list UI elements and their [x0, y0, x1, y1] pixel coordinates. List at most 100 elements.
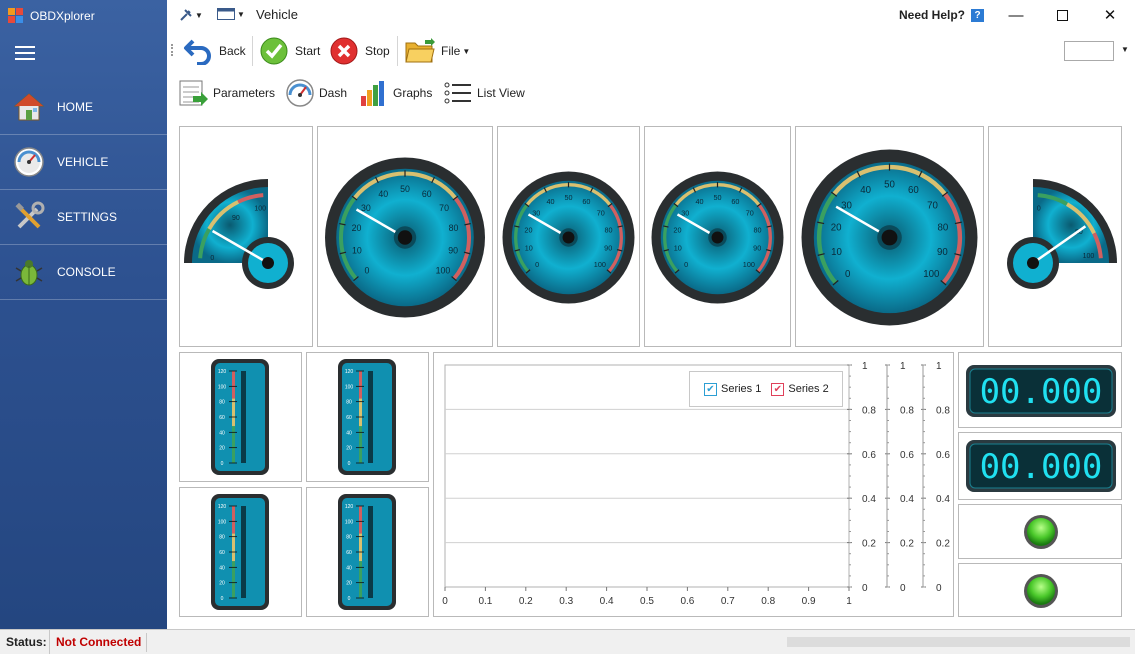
chart-y-tick-label: 0.6 — [862, 450, 876, 461]
gauge-tick-label: 50 — [713, 193, 721, 202]
chart-legend: ✔ Series 1 ✔ Series 2 — [689, 371, 843, 407]
close-icon: ✕ — [1103, 7, 1117, 24]
tab-graphs[interactable]: Graphs — [359, 76, 432, 110]
gauge-tick-label: 20 — [352, 223, 362, 233]
gauge-tick-label: 80 — [449, 223, 459, 233]
gauge-tick-label: 100 — [923, 269, 939, 280]
sidebar-item-home[interactable]: HOME — [0, 80, 167, 135]
tab-list-view[interactable]: List View — [443, 76, 525, 110]
quarter-gauge-right: 080100 — [1007, 179, 1117, 289]
linear-tick-label: 120 — [218, 504, 227, 510]
digital-display-1-panel: 00.000 — [958, 352, 1122, 428]
radial-gauge-1-panel: 0 10 20 30 40 50 60 70 80 90 100 — [317, 126, 493, 347]
file-menu-button[interactable]: File ▼ — [405, 34, 470, 68]
chart-y-tick-label: 0 — [900, 583, 906, 594]
chevron-down-icon: ▼ — [462, 46, 471, 56]
chevron-down-icon[interactable]: ▼ — [1121, 45, 1129, 54]
legend-series-2-label: Series 2 — [788, 383, 829, 395]
linear-gauge-3: 0 20 40 60 80 100 120 — [211, 494, 269, 610]
chart-y-tick-label: 0.8 — [862, 405, 876, 416]
sidebar-item-settings[interactable]: SETTINGS — [0, 190, 167, 245]
back-arrow-icon — [184, 39, 211, 65]
chart-y-tick-label: 0.8 — [900, 405, 914, 416]
chart-y-tick-label: 0.2 — [862, 539, 876, 550]
gauge-tick-label: 90 — [604, 244, 612, 253]
gauge-tick-label: 10 — [525, 244, 533, 253]
file-label: File — [441, 44, 461, 58]
gauge-tick-label: 70 — [927, 200, 938, 211]
close-button[interactable]: ✕ — [1087, 0, 1133, 30]
chart-x-tick-label: 0.9 — [802, 596, 816, 607]
toolbar-divider — [252, 36, 253, 66]
back-button[interactable]: Back — [183, 34, 246, 68]
digital-display-1: 00.000 — [966, 365, 1116, 417]
linear-tick-label: 100 — [218, 519, 227, 525]
gauge-tick-label: 70 — [746, 209, 754, 218]
checkbox-checked-icon[interactable]: ✔ — [704, 382, 717, 396]
checkbox-checked-icon[interactable]: ✔ — [771, 382, 785, 396]
linear-green-band — [359, 561, 362, 598]
sidebar-item-vehicle[interactable]: VEHICLE — [0, 135, 167, 190]
gauge-hub — [262, 257, 274, 269]
chart-y-tick-label: 0 — [936, 583, 942, 594]
linear-tick-label: 0 — [348, 596, 351, 602]
linear-tick-label: 120 — [218, 369, 227, 375]
gauge-tick-label: 60 — [908, 185, 919, 196]
quick-tool-dropdown[interactable]: ▼ — [179, 8, 203, 22]
linear-tick-label: 120 — [345, 504, 354, 510]
status-label: Status: — [0, 630, 50, 654]
gauge-tick-label: 100 — [743, 260, 755, 269]
gauge-tick-label: 70 — [597, 209, 605, 218]
legend-series-2[interactable]: ✔ Series 2 — [771, 382, 829, 396]
linear-gauge-track — [241, 506, 246, 598]
start-label: Start — [295, 44, 321, 58]
gauge-tick-label: 40 — [860, 185, 871, 196]
need-help-label: Need Help? — [899, 8, 966, 22]
toolbar-combo-input[interactable] — [1064, 41, 1114, 61]
status-progress-bar — [787, 637, 1130, 647]
linear-gauge-2: 0 20 40 60 80 100 120 — [338, 359, 396, 475]
need-help-link[interactable]: Need Help? ? — [899, 8, 985, 22]
start-button[interactable]: Start — [259, 34, 320, 68]
hamburger-menu-icon[interactable] — [15, 46, 35, 60]
stop-x-icon — [330, 37, 358, 65]
legend-series-1[interactable]: ✔ Series 1 — [704, 382, 761, 396]
gauge-tick-label: 20 — [831, 223, 842, 234]
linear-tick-label: 80 — [219, 400, 225, 406]
gauge-hub — [562, 231, 575, 244]
sidebar-item-console[interactable]: CONSOLE — [0, 245, 167, 300]
maximize-icon — [1056, 9, 1068, 21]
tab-dash-label: Dash — [319, 86, 348, 100]
tab-graphs-label: Graphs — [393, 86, 433, 100]
sidebar-item-label: CONSOLE — [57, 265, 116, 279]
linear-yellow-band — [232, 398, 235, 427]
status-divider — [146, 633, 147, 652]
linear-tick-label: 40 — [346, 430, 352, 436]
stop-button[interactable]: Stop — [329, 34, 390, 68]
gauge-hub — [711, 231, 724, 244]
folder-icon — [405, 38, 435, 63]
gauge-tick-label: 0 — [845, 269, 850, 280]
maximize-button[interactable] — [1039, 0, 1085, 30]
linear-tick-label: 120 — [345, 369, 354, 375]
chevron-down-icon: ▼ — [237, 9, 245, 19]
chart-x-tick-label: 0.1 — [478, 596, 492, 607]
tab-parameters[interactable]: Parameters — [179, 76, 275, 110]
linear-red-band — [359, 371, 362, 399]
chart-y-tick-label: 0.2 — [936, 539, 950, 550]
window-icon — [217, 8, 235, 20]
linear-gauge-1-panel: 0 20 40 60 80 100 120 — [179, 352, 302, 482]
toolbar-grip[interactable] — [171, 44, 173, 56]
chart-x-tick-label: 0.2 — [519, 596, 533, 607]
gauge-tick-label: 40 — [378, 189, 388, 199]
gauge-tick-label: 50 — [564, 193, 572, 202]
window-layout-dropdown[interactable]: ▼ — [217, 8, 245, 20]
gauge-tick-label: 40 — [696, 197, 704, 206]
digital-display-2: 00.000 — [966, 440, 1116, 492]
gauge-tick-label: 50 — [884, 179, 895, 190]
tab-dash[interactable]: Dash — [285, 76, 347, 110]
linear-tick-label: 20 — [219, 581, 225, 587]
linear-gauge-1: 0 20 40 60 80 100 120 — [211, 359, 269, 475]
minimize-button[interactable]: — — [993, 0, 1039, 30]
linear-gauge-2-panel: 0 20 40 60 80 100 120 — [306, 352, 429, 482]
